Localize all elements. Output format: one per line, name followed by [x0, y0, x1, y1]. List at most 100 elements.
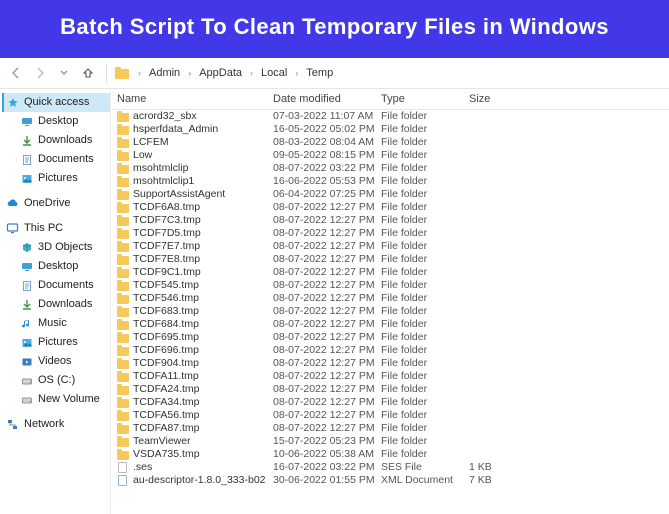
file-name: TCDF7D5.tmp: [133, 227, 201, 240]
folder-icon: [115, 67, 129, 79]
folder-icon: [117, 397, 129, 408]
file-row[interactable]: TCDFA87.tmp08-07-2022 12:27 PMFile folde…: [111, 422, 669, 435]
file-row[interactable]: TCDF684.tmp08-07-2022 12:27 PMFile folde…: [111, 318, 669, 331]
file-row[interactable]: TCDF9C1.tmp08-07-2022 12:27 PMFile folde…: [111, 266, 669, 279]
file-date: 08-07-2022 12:27 PM: [273, 266, 381, 279]
pictures-icon: [20, 172, 33, 185]
sidebar-item-quick-access[interactable]: Quick access: [2, 93, 110, 112]
file-type: File folder: [381, 214, 469, 227]
folder-icon: [117, 384, 129, 395]
breadcrumb-segment[interactable]: Admin: [145, 65, 184, 81]
column-header-name[interactable]: Name: [117, 93, 273, 105]
file-name: TCDF7E8.tmp: [133, 253, 200, 266]
file-row[interactable]: msohtmlclip08-07-2022 03:22 PMFile folde…: [111, 162, 669, 175]
file-date: 08-07-2022 12:27 PM: [273, 201, 381, 214]
file-type: File folder: [381, 201, 469, 214]
file-type: File folder: [381, 123, 469, 136]
file-row[interactable]: TCDF683.tmp08-07-2022 12:27 PMFile folde…: [111, 305, 669, 318]
videos-icon: [20, 355, 33, 368]
folder-icon: [117, 410, 129, 421]
sidebar-item[interactable]: Videos: [16, 352, 110, 371]
file-date: 08-07-2022 12:27 PM: [273, 279, 381, 292]
sidebar-item-label: Documents: [38, 278, 94, 293]
sidebar-item[interactable]: Music: [16, 314, 110, 333]
file-name: acrord32_sbx: [133, 110, 197, 123]
sidebar-item[interactable]: OS (C:): [16, 371, 110, 390]
sidebar-item[interactable]: Desktop: [16, 112, 110, 131]
file-row[interactable]: hsperfdata_Admin16-05-2022 05:02 PMFile …: [111, 123, 669, 136]
sidebar-item[interactable]: New Volume: [16, 390, 110, 409]
file-row[interactable]: TCDFA11.tmp08-07-2022 12:27 PMFile folde…: [111, 370, 669, 383]
folder-icon: [117, 254, 129, 265]
sidebar-item-network[interactable]: Network: [2, 415, 110, 434]
file-date: 10-06-2022 05:38 AM: [273, 448, 381, 461]
file-row[interactable]: TeamViewer15-07-2022 05:23 PMFile folder: [111, 435, 669, 448]
sidebar-item[interactable]: Documents: [16, 276, 110, 295]
file-row[interactable]: TCDF904.tmp08-07-2022 12:27 PMFile folde…: [111, 357, 669, 370]
history-dropdown-button[interactable]: [54, 63, 74, 83]
file-row[interactable]: .ses16-07-2022 03:22 PMSES File1 KB: [111, 461, 669, 474]
sidebar-item[interactable]: Downloads: [16, 295, 110, 314]
file-date: 08-07-2022 12:27 PM: [273, 409, 381, 422]
file-name: TCDF545.tmp: [133, 279, 199, 292]
file-row[interactable]: TCDFA56.tmp08-07-2022 12:27 PMFile folde…: [111, 409, 669, 422]
sidebar-item-label: OneDrive: [24, 196, 70, 211]
file-row[interactable]: TCDFA24.tmp08-07-2022 12:27 PMFile folde…: [111, 383, 669, 396]
file-type: File folder: [381, 240, 469, 253]
folder-icon: [117, 202, 129, 213]
breadcrumb-segment[interactable]: AppData: [195, 65, 246, 81]
file-name: TCDF904.tmp: [133, 357, 199, 370]
file-name: TCDF7C3.tmp: [133, 214, 201, 227]
file-row[interactable]: TCDFA34.tmp08-07-2022 12:27 PMFile folde…: [111, 396, 669, 409]
back-button[interactable]: [6, 63, 26, 83]
file-date: 08-07-2022 12:27 PM: [273, 357, 381, 370]
file-name: SupportAssistAgent: [133, 188, 225, 201]
file-row[interactable]: TCDF7E7.tmp08-07-2022 12:27 PMFile folde…: [111, 240, 669, 253]
file-row[interactable]: TCDF696.tmp08-07-2022 12:27 PMFile folde…: [111, 344, 669, 357]
sidebar-item[interactable]: Documents: [16, 150, 110, 169]
sidebar-item[interactable]: Desktop: [16, 257, 110, 276]
file-type: File folder: [381, 396, 469, 409]
file-name: TCDF683.tmp: [133, 305, 199, 318]
file-row[interactable]: TCDF6A8.tmp08-07-2022 12:27 PMFile folde…: [111, 201, 669, 214]
file-date: 30-06-2022 01:55 PM: [273, 474, 381, 487]
sidebar-item-this-pc[interactable]: This PC: [2, 219, 110, 238]
file-row[interactable]: TCDF7C3.tmp08-07-2022 12:27 PMFile folde…: [111, 214, 669, 227]
column-header-type[interactable]: Type: [381, 93, 469, 105]
breadcrumb[interactable]: › Admin › AppData › Local › Temp: [136, 65, 337, 81]
file-row[interactable]: au-descriptor-1.8.0_333-b0230-06-2022 01…: [111, 474, 669, 487]
file-row[interactable]: TCDF545.tmp08-07-2022 12:27 PMFile folde…: [111, 279, 669, 292]
file-row[interactable]: TCDF7D5.tmp08-07-2022 12:27 PMFile folde…: [111, 227, 669, 240]
sidebar-item[interactable]: Pictures: [16, 169, 110, 188]
file-name: hsperfdata_Admin: [133, 123, 218, 136]
file-row[interactable]: TCDF7E8.tmp08-07-2022 12:27 PMFile folde…: [111, 253, 669, 266]
file-date: 16-07-2022 03:22 PM: [273, 461, 381, 474]
up-button[interactable]: [78, 63, 98, 83]
file-name: TCDF696.tmp: [133, 344, 199, 357]
column-header-size[interactable]: Size: [469, 93, 529, 105]
breadcrumb-segment[interactable]: Temp: [302, 65, 337, 81]
folder-icon: [117, 176, 129, 187]
forward-button[interactable]: [30, 63, 50, 83]
sidebar-item[interactable]: Downloads: [16, 131, 110, 150]
file-row[interactable]: VSDA735.tmp10-06-2022 05:38 AMFile folde…: [111, 448, 669, 461]
file-type: File folder: [381, 266, 469, 279]
file-row[interactable]: SupportAssistAgent06-04-2022 07:25 PMFil…: [111, 188, 669, 201]
file-date: 06-04-2022 07:25 PM: [273, 188, 381, 201]
file-date: 08-07-2022 12:27 PM: [273, 331, 381, 344]
sidebar-item-label: Downloads: [38, 133, 92, 148]
file-row[interactable]: Low09-05-2022 08:15 PMFile folder: [111, 149, 669, 162]
sidebar-item[interactable]: 3D Objects: [16, 238, 110, 257]
sidebar-item-onedrive[interactable]: OneDrive: [2, 194, 110, 213]
file-row[interactable]: TCDF695.tmp08-07-2022 12:27 PMFile folde…: [111, 331, 669, 344]
file-row[interactable]: acrord32_sbx07-03-2022 11:07 AMFile fold…: [111, 110, 669, 123]
file-row[interactable]: msohtmlclip116-06-2022 05:53 PMFile fold…: [111, 175, 669, 188]
file-row[interactable]: TCDF546.tmp08-07-2022 12:27 PMFile folde…: [111, 292, 669, 305]
file-date: 08-07-2022 12:27 PM: [273, 240, 381, 253]
column-header-date[interactable]: Date modified: [273, 93, 381, 105]
sidebar-item[interactable]: Pictures: [16, 333, 110, 352]
chevron-right-icon: ›: [248, 68, 255, 78]
breadcrumb-segment[interactable]: Local: [257, 65, 291, 81]
file-row[interactable]: LCFEM08-03-2022 08:04 AMFile folder: [111, 136, 669, 149]
file-name: msohtmlclip1: [133, 175, 194, 188]
